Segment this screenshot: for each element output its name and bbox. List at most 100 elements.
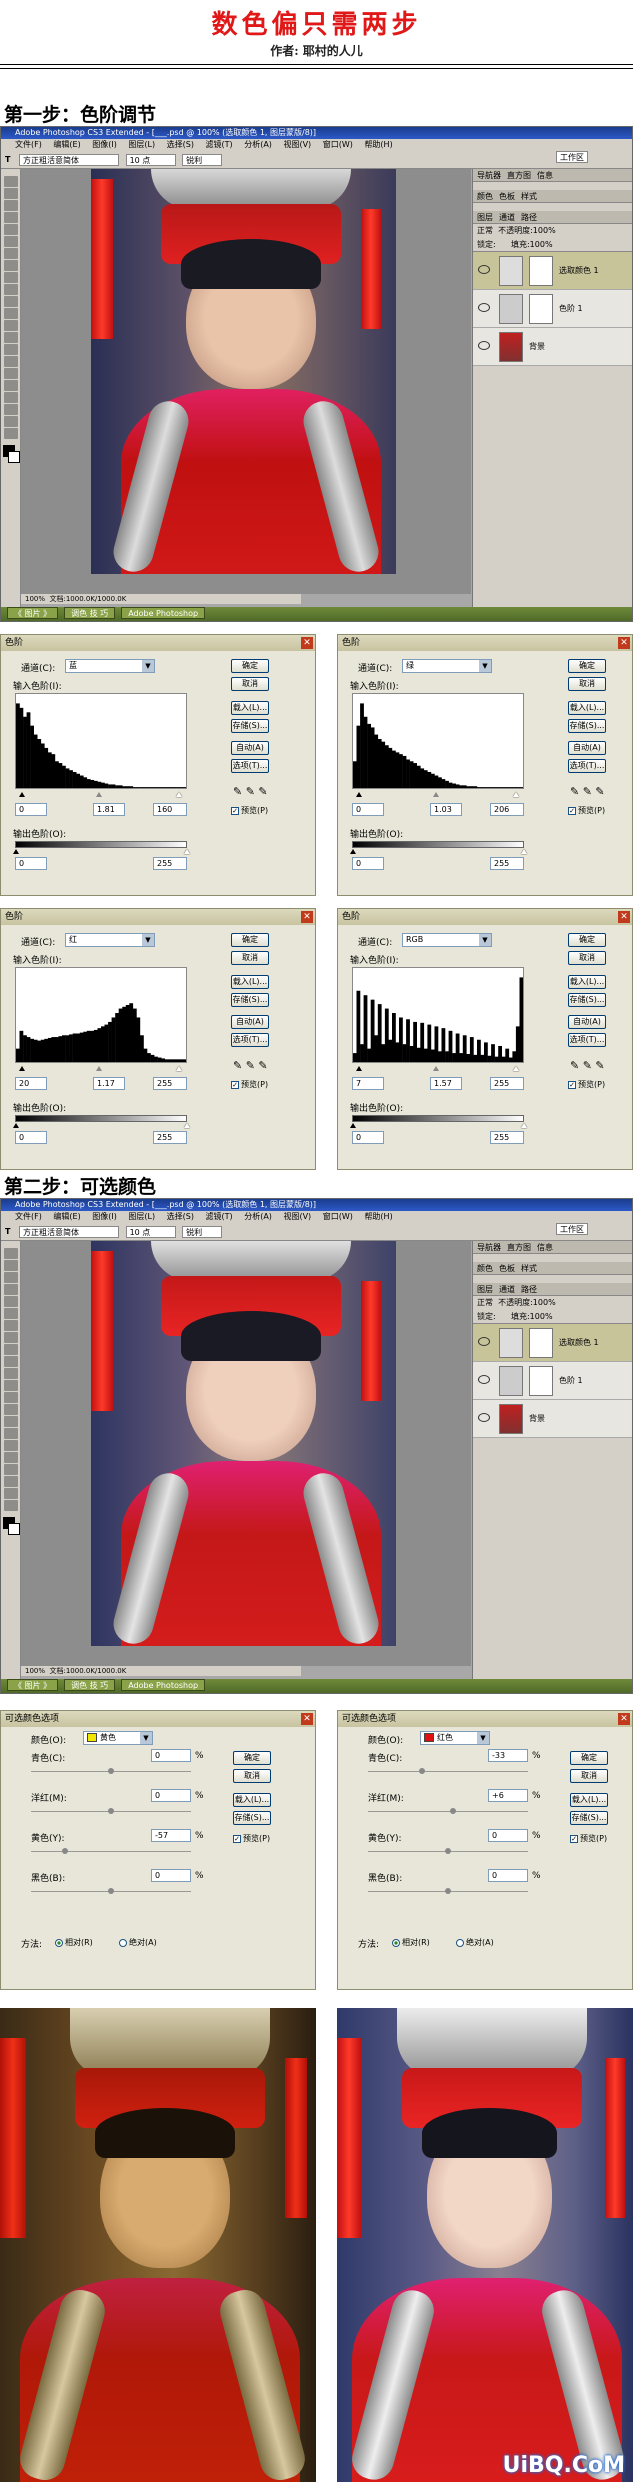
menu-analysis[interactable]: 分析(A) (244, 1212, 272, 1221)
taskbar-item[interactable]: 调色 技 巧 (64, 607, 116, 619)
input-black-field[interactable]: 20 (15, 1077, 47, 1090)
save-button[interactable]: 存储(S)... (570, 1811, 608, 1825)
cancel-button[interactable]: 取消 (233, 1769, 271, 1783)
input-black-field[interactable]: 0 (352, 803, 384, 816)
notes-tool-icon[interactable] (4, 392, 18, 403)
relative-radio[interactable]: 相对(R) (55, 1937, 93, 1948)
black-slider-knob[interactable] (108, 1888, 114, 1894)
crop-tool-icon[interactable] (4, 224, 18, 235)
menu-help[interactable]: 帮助(H) (364, 1212, 392, 1221)
blur-tool-icon[interactable] (4, 320, 18, 331)
gamma-input-slider[interactable] (96, 792, 102, 797)
menu-filter[interactable]: 滤镜(T) (206, 1212, 233, 1221)
cyan-field[interactable]: 0 (151, 1749, 191, 1762)
eyedropper-icons[interactable]: ✎ ✎ ✎ (570, 1059, 605, 1072)
yellow-slider-knob[interactable] (62, 1848, 69, 1854)
slice-tool-icon[interactable] (4, 236, 18, 247)
menu-image[interactable]: 图像(I) (92, 1212, 117, 1221)
eye-icon[interactable] (478, 341, 490, 350)
menu-analysis[interactable]: 分析(A) (244, 140, 272, 149)
black-slider-knob[interactable] (445, 1888, 451, 1894)
black-output-slider[interactable] (350, 849, 356, 854)
absolute-radio[interactable]: 绝对(A) (456, 1937, 494, 1948)
channel-select[interactable]: RGB ▼ (402, 933, 492, 947)
preview-checkbox[interactable]: ✓ 预览(P) (233, 1833, 270, 1844)
shape-tool-icon[interactable] (4, 380, 18, 391)
history-brush-icon[interactable] (4, 284, 18, 295)
eye-icon[interactable] (478, 265, 490, 274)
eyedropper-icons[interactable]: ✎ ✎ ✎ (233, 1059, 268, 1072)
fill-input[interactable]: 100% (530, 1312, 553, 1321)
layer-row[interactable]: 选取颜色 1 (473, 1324, 632, 1362)
menu-layer[interactable]: 图层(L) (128, 1212, 155, 1221)
menu-file[interactable]: 文件(F) (15, 1212, 42, 1221)
tab-paths[interactable]: 路径 (521, 213, 537, 222)
font-family-select[interactable]: 方正粗活意简体 (19, 1225, 120, 1238)
menu-window[interactable]: 窗口(W) (323, 1212, 353, 1221)
save-button[interactable]: 存储(S)... (568, 993, 606, 1007)
move-tool-icon[interactable] (4, 1248, 18, 1259)
blur-tool-icon[interactable] (4, 1392, 18, 1403)
eraser-tool-icon[interactable] (4, 1368, 18, 1379)
wand-tool-icon[interactable] (4, 212, 18, 223)
heal-tool-icon[interactable] (4, 248, 18, 259)
input-white-field[interactable]: 206 (490, 803, 524, 816)
layer-row[interactable]: 色阶 1 (473, 290, 632, 328)
background-color-swatch[interactable] (8, 451, 20, 463)
output-white-field[interactable]: 255 (490, 857, 524, 870)
menu-image[interactable]: 图像(I) (92, 140, 117, 149)
tab-styles[interactable]: 样式 (521, 192, 537, 201)
path-select-icon[interactable] (4, 368, 18, 379)
tab-navigator[interactable]: 导航器 (477, 171, 501, 180)
path-select-icon[interactable] (4, 1440, 18, 1451)
input-gamma-field[interactable]: 1.57 (430, 1077, 462, 1090)
zoom-tool-icon[interactable] (4, 428, 18, 439)
font-size-select[interactable]: 10 点 (125, 153, 176, 166)
magenta-slider-knob[interactable] (108, 1808, 114, 1814)
blend-mode-select[interactable]: 正常 (477, 226, 493, 235)
output-white-field[interactable]: 255 (153, 1131, 187, 1144)
shape-tool-icon[interactable] (4, 1452, 18, 1463)
cancel-button[interactable]: 取消 (231, 677, 269, 691)
eye-icon[interactable] (478, 1375, 490, 1384)
white-output-slider[interactable] (184, 1123, 190, 1128)
white-output-slider[interactable] (521, 1123, 527, 1128)
background-color-swatch[interactable] (8, 1523, 20, 1535)
layer-row[interactable]: 色阶 1 (473, 1362, 632, 1400)
white-input-slider[interactable] (513, 792, 519, 797)
white-output-slider[interactable] (184, 849, 190, 854)
output-white-field[interactable]: 255 (153, 857, 187, 870)
taskbar-item[interactable]: Adobe Photoshop (121, 607, 206, 619)
white-output-slider[interactable] (521, 849, 527, 854)
pen-tool-icon[interactable] (4, 1416, 18, 1427)
tab-layers[interactable]: 图层 (477, 1285, 493, 1294)
layer-row[interactable]: 背景 (473, 328, 632, 366)
taskbar-item[interactable]: 调色 技 巧 (64, 1679, 116, 1691)
color-select[interactable]: 黄色 ▼ (83, 1731, 153, 1745)
menu-edit[interactable]: 编辑(E) (53, 140, 80, 149)
zoom-tool-icon[interactable] (4, 1500, 18, 1511)
gradient-tool-icon[interactable] (4, 1380, 18, 1391)
black-input-slider[interactable] (356, 1066, 362, 1071)
options-button[interactable]: 选项(T)... (231, 1033, 269, 1047)
save-button[interactable]: 存储(S)... (568, 719, 606, 733)
menu-view[interactable]: 视图(V) (283, 140, 311, 149)
preview-checkbox[interactable]: ✓ 预览(P) (231, 805, 268, 816)
opacity-input[interactable]: 100% (533, 226, 556, 235)
history-brush-icon[interactable] (4, 1356, 18, 1367)
magenta-field[interactable]: +6 (488, 1789, 528, 1802)
font-family-select[interactable]: 方正粗活意简体 (19, 153, 120, 166)
menu-layer[interactable]: 图层(L) (128, 140, 155, 149)
preview-checkbox[interactable]: ✓ 预览(P) (568, 1079, 605, 1090)
magenta-slider-knob[interactable] (449, 1808, 456, 1814)
antialias-select[interactable]: 锐利 (182, 153, 223, 166)
type-tool-icon[interactable]: T (5, 155, 10, 164)
cyan-slider-knob[interactable] (108, 1768, 114, 1774)
load-button[interactable]: 载入(L)... (570, 1793, 608, 1807)
pen-tool-icon[interactable] (4, 344, 18, 355)
blend-mode-select[interactable]: 正常 (477, 1298, 493, 1307)
load-button[interactable]: 载入(L)... (233, 1793, 271, 1807)
black-output-slider[interactable] (350, 1123, 356, 1128)
tab-histogram[interactable]: 直方图 (507, 171, 531, 180)
tab-color[interactable]: 颜色 (477, 192, 493, 201)
